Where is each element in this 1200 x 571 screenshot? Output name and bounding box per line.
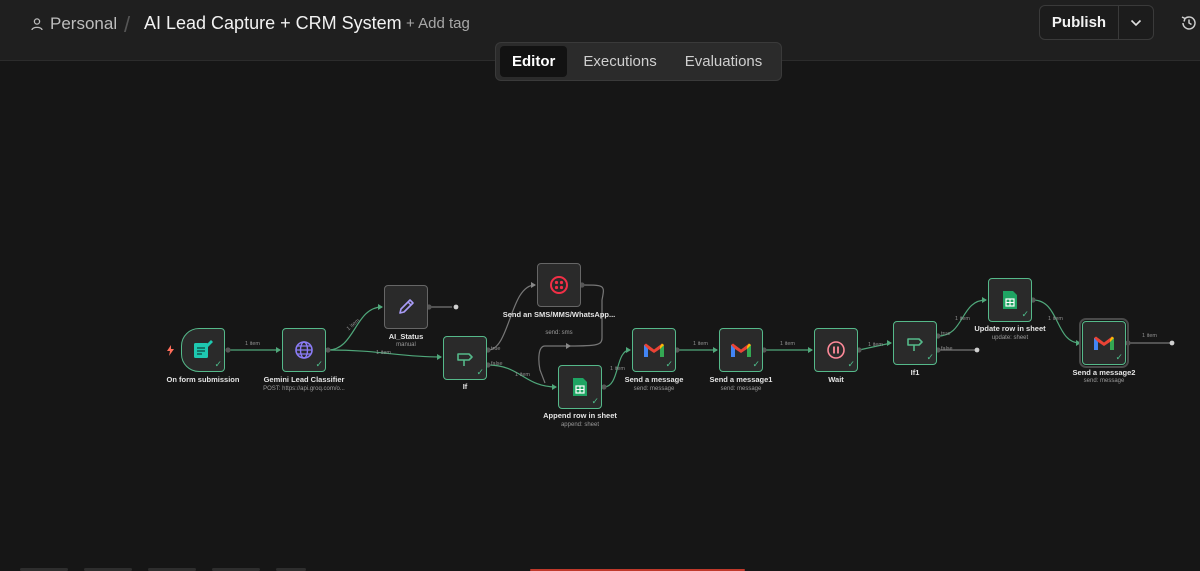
arrow-msg bbox=[626, 347, 631, 353]
arrow-update bbox=[982, 297, 987, 303]
edge-item-count: 1 item bbox=[376, 350, 391, 356]
success-check-icon: ✓ bbox=[1115, 352, 1123, 362]
arrow-if bbox=[437, 354, 442, 360]
node-label: Update row in sheet bbox=[974, 324, 1046, 333]
edge-item-count: 1 item bbox=[693, 341, 708, 347]
edge-item-count: 1 item bbox=[1142, 333, 1157, 339]
node-subtitle: send: message bbox=[1083, 378, 1125, 384]
node-update-row[interactable]: ✓ bbox=[988, 278, 1032, 322]
edge-item-count: 1 item bbox=[245, 341, 260, 347]
arrow-msg2 bbox=[1076, 340, 1081, 346]
if-signpost-icon bbox=[907, 338, 923, 351]
workflow-editor: Personal / AI Lead Capture + CRM System … bbox=[0, 0, 1200, 571]
twilio-icon bbox=[550, 276, 568, 294]
edge-branch-true: true bbox=[941, 331, 951, 337]
node-on-form-submission[interactable]: ✓ bbox=[181, 328, 225, 372]
pencil-icon bbox=[399, 299, 414, 314]
google-sheets-icon bbox=[573, 378, 587, 396]
node-if1[interactable]: ✓ bbox=[893, 321, 937, 365]
arrow-if1 bbox=[887, 340, 892, 346]
node-label: If bbox=[462, 382, 468, 391]
arrow-msg1 bbox=[713, 347, 718, 353]
gmail-icon bbox=[731, 343, 751, 357]
node-label: Gemini Lead Classifier bbox=[263, 375, 345, 384]
success-check-icon: ✓ bbox=[1021, 309, 1029, 319]
globe-icon bbox=[295, 341, 313, 359]
success-check-icon: ✓ bbox=[665, 359, 673, 369]
success-check-icon: ✓ bbox=[847, 359, 855, 369]
form-trigger-icon bbox=[194, 340, 213, 358]
success-check-icon: ✓ bbox=[315, 359, 323, 369]
arrow-loop bbox=[566, 343, 571, 349]
arrow-append bbox=[552, 384, 557, 390]
success-check-icon: ✓ bbox=[591, 396, 599, 406]
success-check-icon: ✓ bbox=[476, 367, 484, 377]
trigger-bolt-icon bbox=[167, 345, 174, 356]
edge-branch-true: true bbox=[491, 346, 501, 352]
node-subtitle: send: message bbox=[720, 386, 762, 392]
node-wait[interactable]: ✓ bbox=[814, 328, 858, 372]
node-send-message[interactable]: ✓ bbox=[632, 328, 676, 372]
gmail-icon bbox=[644, 343, 664, 357]
edge-item-count: 1 item bbox=[868, 342, 883, 348]
edge-item-count: 1 item bbox=[955, 316, 970, 322]
edge-item-count: 1 item bbox=[610, 366, 625, 372]
node-subtitle: update: sheet bbox=[991, 335, 1029, 341]
node-if[interactable]: ✓ bbox=[443, 336, 487, 380]
arrow-aistatus bbox=[378, 304, 383, 310]
node-send-sms[interactable] bbox=[537, 263, 581, 307]
node-ai-status[interactable] bbox=[384, 285, 428, 329]
node-label: Append row in sheet bbox=[543, 411, 617, 420]
arrow-wait bbox=[808, 347, 813, 353]
node-label: If1 bbox=[910, 368, 920, 377]
node-gemini-lead-classifier[interactable]: ✓ bbox=[282, 328, 326, 372]
gmail-icon bbox=[1094, 336, 1114, 350]
node-subtitle: POST: https://api.groq.com/o... bbox=[263, 386, 345, 392]
edge-branch-false: false bbox=[491, 361, 503, 367]
node-subtitle: append: sheet bbox=[560, 422, 600, 428]
success-check-icon: ✓ bbox=[752, 359, 760, 369]
node-send-message2[interactable]: ✓ bbox=[1079, 318, 1129, 368]
node-send-message1[interactable]: ✓ bbox=[719, 328, 763, 372]
edge-branch-false: false bbox=[941, 346, 953, 352]
success-check-icon: ✓ bbox=[214, 359, 222, 369]
node-label: Send an SMS/MMS/WhatsApp... bbox=[502, 310, 616, 319]
arrow-gemini bbox=[276, 347, 281, 353]
if-signpost-icon bbox=[457, 353, 473, 366]
success-check-icon: ✓ bbox=[926, 352, 934, 362]
arrow-twilio-in bbox=[531, 282, 536, 288]
node-subtitle: send: sms bbox=[545, 330, 573, 336]
edge-item-count: 1 item bbox=[1048, 316, 1063, 322]
edge-item-count: 1 item bbox=[515, 372, 530, 378]
node-label: Send a message2 bbox=[1072, 368, 1136, 377]
google-sheets-icon bbox=[1003, 291, 1017, 309]
pause-icon bbox=[827, 341, 845, 359]
edge-item-count: 1 item bbox=[780, 341, 795, 347]
